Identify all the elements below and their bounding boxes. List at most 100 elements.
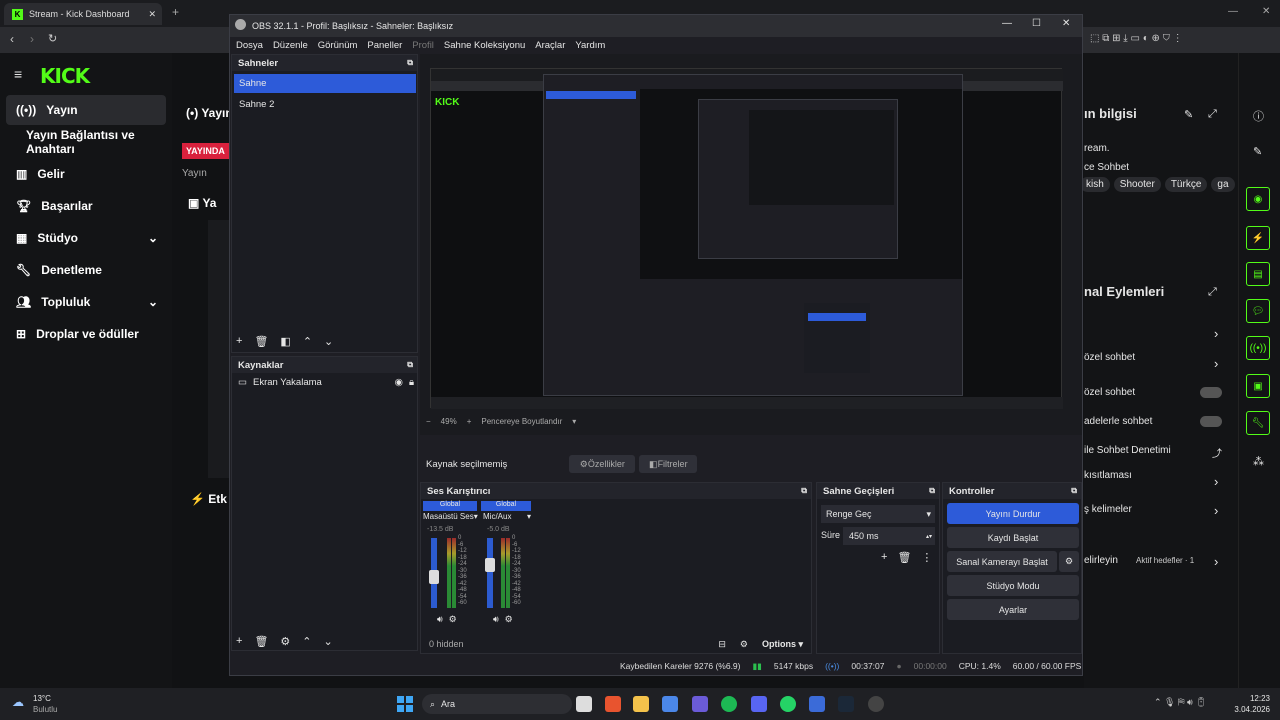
expand-icon[interactable]: ⤢ [1208,286,1217,299]
options-button[interactable]: Options ▾ [762,639,803,650]
teams-icon[interactable] [692,696,708,712]
up-icon[interactable]: ⌃ [303,335,312,348]
close-window-icon[interactable]: ✕ [1262,6,1270,17]
expand-icon[interactable]: ⤢ [1208,108,1217,121]
channel-name[interactable]: Masaüstü Ses ▾ [423,512,479,521]
gear-icon[interactable]: ⚙ [449,614,457,625]
speaker-icon[interactable]: 🔊︎ [437,614,443,625]
trash-icon[interactable]: 🗑︎ [254,335,268,348]
volume-fader[interactable] [487,538,493,608]
lightning-tool-icon[interactable]: ⚡ [1246,226,1270,250]
scene-item[interactable]: Sahne [234,74,416,93]
edit-icon[interactable]: ✎ [1184,108,1193,121]
duration-input[interactable]: 450 ms ▴▾ [843,527,935,545]
nav-studyo[interactable]: ▦ Stüdyo ⌄ [6,223,166,253]
close-tab-icon[interactable]: ✕ [148,9,156,20]
properties-button[interactable]: ⚙ Özellikler [569,455,636,473]
menu-paneller[interactable]: Paneller [367,40,402,51]
app-icon[interactable] [809,696,825,712]
studio-mode-button[interactable]: Stüdyo Modu [947,575,1079,596]
camera-tool-icon[interactable]: ◉ [1246,187,1270,211]
chevron-right-icon[interactable]: › [1214,356,1218,371]
filter-icon[interactable]: ◧ [280,335,290,348]
add-icon[interactable]: + [236,335,242,348]
forward-icon[interactable]: › [30,32,34,46]
trash-icon[interactable]: 🗑︎ [254,635,268,648]
gear-icon[interactable]: ⚙ [505,614,513,625]
layout-icon[interactable]: ⊟ [718,639,726,650]
nav-basarilar[interactable]: 🏆︎ Başarılar [6,191,166,221]
external-link-icon[interactable]: ⤴ [1212,445,1222,460]
nav-stream-key[interactable]: Yayın Bağlantısı ve Anahtarı [6,127,166,157]
start-virtualcam-button[interactable]: Sanal Kamerayı Başlat [947,551,1057,572]
chevron-down-icon[interactable]: ▾ [572,417,576,426]
stepper-icon[interactable]: ▴▾ [926,533,932,540]
wrench-tool-icon[interactable]: 🔧︎ [1246,411,1270,435]
scene-item[interactable]: Sahne 2 [234,95,416,114]
zoom-out-icon[interactable]: − [426,417,431,426]
whatsapp-icon[interactable] [780,696,796,712]
kick-logo[interactable]: KICK [40,64,90,88]
apps-icon[interactable]: ⁂ [1253,455,1264,468]
tag[interactable]: ga [1211,177,1235,192]
gear-icon[interactable]: ⚙ [280,635,290,648]
transition-select[interactable]: Renge Geç ▾ [821,505,935,523]
doc-tool-icon[interactable]: ▤ [1246,262,1270,286]
obs-icon[interactable] [868,696,884,712]
clock-date[interactable]: 3.04.2026 [1222,705,1270,714]
undock-icon[interactable]: ⧉ [407,58,413,68]
undock-icon[interactable]: ⧉ [1071,486,1077,496]
menu-yardim[interactable]: Yardım [575,40,605,51]
tag[interactable]: Türkçe [1164,177,1208,192]
channel-name[interactable]: Mic/Aux ▾ [483,512,531,521]
toggle-switch[interactable] [1200,416,1222,427]
menu-icon[interactable]: ≡ [14,66,22,82]
more-icon[interactable]: ⋮ [921,551,932,564]
up-icon[interactable]: ⌃ [302,635,311,648]
add-icon[interactable]: + [881,551,887,564]
tag[interactable]: kish [1080,177,1110,192]
chevron-right-icon[interactable]: › [1214,503,1218,518]
reload-icon[interactable]: ↻ [48,32,57,45]
virtualcam-settings-icon[interactable]: ⚙ [1059,551,1079,572]
close-icon[interactable]: ✕ [1062,18,1070,29]
stop-stream-button[interactable]: Yayını Durdur [947,503,1079,524]
taskbar-search[interactable]: ⌕ Ara [422,694,572,714]
source-item[interactable]: ▭ Ekran Yakalama ◉ 🔒︎ [238,377,414,388]
broadcast-tool-icon[interactable]: ((•)) [1246,336,1270,360]
windows-start-icon[interactable] [397,696,413,712]
undock-icon[interactable]: ⧉ [929,486,935,496]
fit-window-label[interactable]: Pencereye Boyutlandır [481,417,562,426]
settings-button[interactable]: Ayarlar [947,599,1079,620]
back-icon[interactable]: ‹ [10,32,14,46]
file-explorer-icon[interactable] [633,696,649,712]
toggle-switch[interactable] [1200,387,1222,398]
discord-icon[interactable] [751,696,767,712]
zoom-in-icon[interactable]: + [467,417,472,426]
nav-topluluk[interactable]: 👥︎ Topluluk ⌄ [6,287,166,317]
down-icon[interactable]: ⌄ [324,635,333,648]
screen-tool-icon[interactable]: ▣ [1246,374,1270,398]
lock-icon[interactable]: 🔒︎ [409,377,414,388]
filters-button[interactable]: ◧ Filtreler [639,455,698,473]
speaker-icon[interactable]: 🔊︎ [493,614,499,625]
eye-icon[interactable]: ◉ [395,377,403,388]
start-recording-button[interactable]: Kaydı Başlat [947,527,1079,548]
info-icon[interactable]: ⓘ [1253,108,1264,124]
nav-denetleme[interactable]: 🔧︎ Denetleme [6,255,166,285]
preview-canvas[interactable]: KICK [430,68,1063,409]
menu-duzenle[interactable]: Düzenle [273,40,308,51]
undock-icon[interactable]: ⧉ [801,486,807,496]
chat-tool-icon[interactable]: 💬︎ [1246,299,1270,323]
minimize-icon[interactable]: — [1002,18,1012,29]
brave-icon[interactable] [605,696,621,712]
minimize-icon[interactable]: — [1228,6,1238,17]
tag[interactable]: Shooter [1113,177,1161,192]
fader-knob[interactable] [485,557,495,572]
maximize-icon[interactable]: ☐ [1032,18,1041,29]
trash-icon[interactable]: 🗑︎ [897,551,911,564]
task-view-icon[interactable] [576,696,592,712]
app-icon[interactable] [662,696,678,712]
chevron-right-icon[interactable]: › [1214,326,1218,341]
tray-icons[interactable]: ⌃ 🎙︎ ⛿ 🔊︎ 🔋︎ [1154,697,1207,708]
